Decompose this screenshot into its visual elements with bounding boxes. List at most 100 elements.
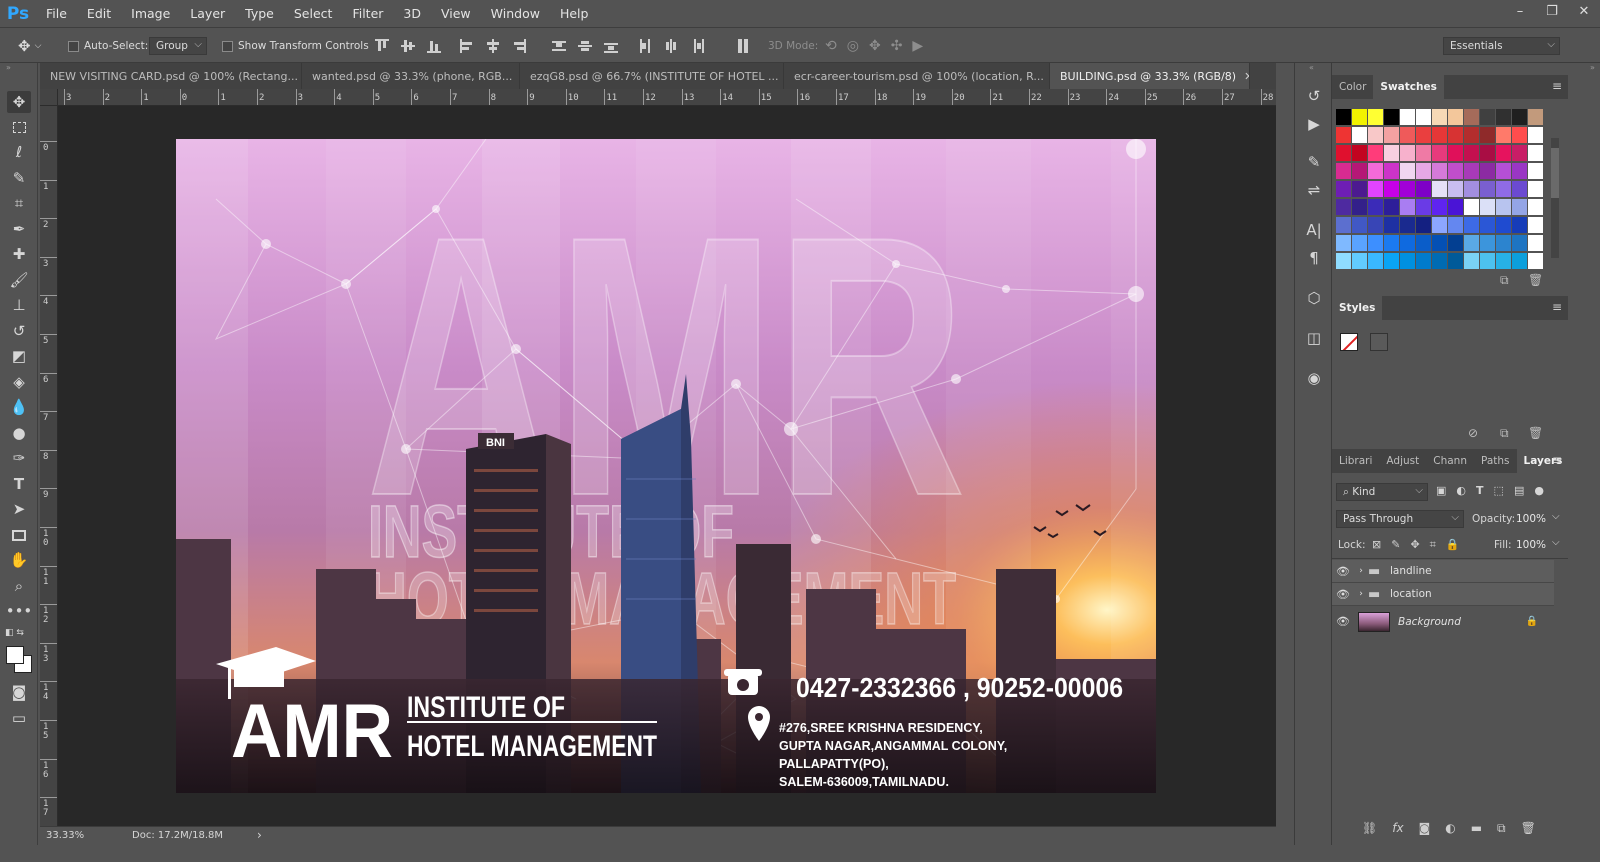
color-swatch[interactable]: [1416, 199, 1431, 215]
move-tool-icon[interactable]: ✥: [7, 91, 31, 113]
color-swatch[interactable]: [1464, 127, 1479, 143]
color-swatch[interactable]: [1528, 235, 1543, 251]
color-swatch[interactable]: [1448, 163, 1463, 179]
canvas-area[interactable]: AMR INSTITUTE OF HOTEL MANAGEMENT: [58, 106, 1276, 826]
tab-ecr-career-tourism[interactable]: ecr-career-tourism.psd @ 100% (location,…: [784, 63, 1050, 89]
tab-adjustments[interactable]: Adjust: [1379, 449, 1426, 473]
minimize-button[interactable]: –: [1504, 0, 1536, 22]
color-swatch[interactable]: [1400, 253, 1415, 269]
menu-type[interactable]: Type: [235, 0, 284, 27]
color-swatch[interactable]: [1512, 109, 1527, 125]
layer-row-location[interactable]: 👁 › ▬ location: [1332, 583, 1554, 606]
color-swatch[interactable]: [1496, 235, 1511, 251]
paint-bucket-tool-icon[interactable]: ◈: [7, 371, 31, 393]
lock-pixels-icon[interactable]: ✎: [1391, 538, 1400, 552]
color-swatch[interactable]: [1448, 127, 1463, 143]
pixel-filter-icon[interactable]: ▣: [1436, 484, 1446, 497]
color-swatch[interactable]: [1336, 217, 1351, 233]
color-swatch[interactable]: [1496, 127, 1511, 143]
color-swatch[interactable]: [1528, 217, 1543, 233]
properties-panel-icon[interactable]: ◫: [1303, 327, 1325, 349]
color-swatch[interactable]: [1480, 109, 1495, 125]
color-swatch[interactable]: [1496, 163, 1511, 179]
color-swatch[interactable]: [1528, 109, 1543, 125]
color-swatch[interactable]: [1448, 217, 1463, 233]
tab-channels[interactable]: Chann: [1426, 449, 1474, 473]
healing-brush-tool-icon[interactable]: ✚: [7, 243, 31, 265]
color-swatch[interactable]: [1480, 163, 1495, 179]
adjustment-layer-icon[interactable]: ◐: [1445, 821, 1455, 836]
color-swatch[interactable]: [1464, 163, 1479, 179]
color-swatch[interactable]: [1368, 145, 1383, 161]
lasso-tool-icon[interactable]: ℓ: [7, 141, 31, 163]
color-swatch[interactable]: [1480, 217, 1495, 233]
color-swatch[interactable]: [1352, 253, 1367, 269]
style-none-swatch[interactable]: [1340, 333, 1358, 351]
more-tools-icon[interactable]: •••: [6, 600, 33, 622]
menu-3d[interactable]: 3D: [393, 0, 431, 27]
color-swatch[interactable]: [1368, 199, 1383, 215]
adjustment-filter-icon[interactable]: ◐: [1456, 484, 1466, 497]
foreground-color-swatch[interactable]: [6, 646, 24, 664]
color-swatch[interactable]: [1384, 163, 1399, 179]
color-swatch[interactable]: [1464, 217, 1479, 233]
color-swatch[interactable]: [1352, 199, 1367, 215]
3d-pan-icon[interactable]: ✥: [869, 38, 881, 54]
color-swatch[interactable]: [1448, 199, 1463, 215]
color-swatch[interactable]: [1528, 253, 1543, 269]
actions-panel-icon[interactable]: ▶: [1303, 113, 1325, 135]
add-mask-icon[interactable]: ◙: [1419, 821, 1431, 836]
clone-stamp-tool-icon[interactable]: ⊥: [7, 294, 31, 316]
color-swatch[interactable]: [1512, 145, 1527, 161]
delete-style-icon[interactable]: 🗑: [1528, 426, 1543, 440]
move-tool-preset[interactable]: ✥ ⌵: [18, 37, 41, 55]
ruler-origin[interactable]: [40, 89, 58, 106]
color-swatch[interactable]: [1416, 145, 1431, 161]
menu-file[interactable]: File: [36, 0, 77, 27]
color-swatch[interactable]: [1368, 235, 1383, 251]
color-swatch[interactable]: [1368, 217, 1383, 233]
auto-select-value[interactable]: Group: [149, 37, 207, 55]
blend-mode-dropdown[interactable]: Pass Through: [1336, 510, 1464, 528]
color-swatch[interactable]: [1528, 145, 1543, 161]
transform-controls-checkbox[interactable]: Show Transform Controls: [222, 37, 369, 55]
style-default-swatch[interactable]: [1370, 333, 1388, 351]
eye-icon[interactable]: 👁: [1332, 588, 1354, 601]
align-top-icon[interactable]: [375, 39, 389, 53]
distribute-hcenter-icon[interactable]: [664, 39, 678, 53]
color-swatch[interactable]: [1528, 199, 1543, 215]
auto-select-checkbox[interactable]: Auto-Select:: [68, 37, 148, 55]
path-selection-tool-icon[interactable]: ➤: [7, 498, 31, 520]
color-swatch[interactable]: [1432, 163, 1447, 179]
color-swatch[interactable]: [1464, 145, 1479, 161]
color-swatch[interactable]: [1480, 181, 1495, 197]
color-swatch[interactable]: [1400, 109, 1415, 125]
align-left-icon[interactable]: [460, 39, 474, 53]
collapse-arrows-icon[interactable]: »: [1590, 63, 1595, 72]
color-swatch[interactable]: [1336, 127, 1351, 143]
color-swatch[interactable]: [1432, 199, 1447, 215]
menu-view[interactable]: View: [431, 0, 481, 27]
color-swatch[interactable]: [1512, 217, 1527, 233]
color-swatch[interactable]: [1416, 235, 1431, 251]
color-swatch[interactable]: [1432, 235, 1447, 251]
auto-align-icon[interactable]: [736, 39, 750, 53]
eraser-tool-icon[interactable]: ◩: [7, 345, 31, 367]
3d-panel-icon[interactable]: ⬡: [1303, 287, 1325, 309]
color-swatch[interactable]: [1496, 181, 1511, 197]
camera-panel-icon[interactable]: ◉: [1303, 367, 1325, 389]
horizontal-ruler[interactable]: 3 2 1 0 1 2 3 4 5 6 7 8 9 10 11 12 13 14 15 16 17 18 19 20 21 22 2…: [58, 89, 1276, 106]
tab-libraries[interactable]: Librari: [1332, 449, 1379, 473]
lock-all-icon[interactable]: 🔒: [1446, 538, 1460, 552]
color-swatch[interactable]: [1400, 145, 1415, 161]
lock-artboard-icon[interactable]: ⌗: [1430, 538, 1436, 552]
color-swatch[interactable]: [1400, 217, 1415, 233]
color-swatch[interactable]: [1368, 109, 1383, 125]
menu-edit[interactable]: Edit: [77, 0, 121, 27]
type-tool-icon[interactable]: T: [7, 473, 31, 495]
auto-select-check[interactable]: [68, 40, 79, 52]
color-swatch[interactable]: [1464, 253, 1479, 269]
color-swatch[interactable]: [1400, 199, 1415, 215]
shape-filter-icon[interactable]: ⬚: [1494, 484, 1504, 497]
eyedropper-tool-icon[interactable]: ✒: [7, 218, 31, 240]
